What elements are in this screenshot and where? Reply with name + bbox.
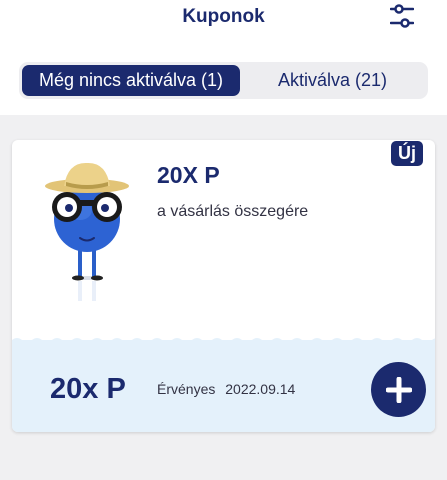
mascot-image xyxy=(45,162,129,301)
tab-not-activated[interactable]: Még nincs aktiválva (1) xyxy=(22,65,240,96)
page-title: Kuponok xyxy=(182,6,265,27)
new-badge: Új xyxy=(391,141,423,166)
coupon-points: 20x P xyxy=(50,373,126,405)
wave-divider xyxy=(12,338,435,344)
activate-button[interactable] xyxy=(371,362,426,417)
filter-button[interactable] xyxy=(386,2,418,32)
sliders-icon xyxy=(390,4,414,28)
coupon-card[interactable]: Új 20X P a vásárlás összegére 20x P Érvé… xyxy=(12,140,435,432)
coupon-tabs: Még nincs aktiválva (1) Aktiválva (21) xyxy=(19,62,428,99)
validity: Érvényes 2022.09.14 xyxy=(157,381,301,397)
valid-label: Érvényes xyxy=(157,381,216,397)
plus-icon xyxy=(385,376,412,403)
tab-activated[interactable]: Aktiválva (21) xyxy=(240,65,425,96)
coupon-subtitle: a vásárlás összegére xyxy=(157,203,309,220)
valid-date: 2022.09.14 xyxy=(225,381,296,397)
coupon-footer: 20x P Érvényes 2022.09.14 xyxy=(12,338,435,432)
header: Kuponok Még nincs aktiválva (1) Aktiválv… xyxy=(0,0,447,115)
coupon-title: 20X P xyxy=(157,162,220,188)
